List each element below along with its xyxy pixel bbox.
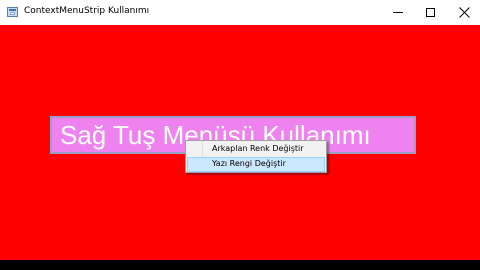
- close-button[interactable]: [447, 0, 480, 25]
- form-icon[interactable]: [7, 7, 18, 17]
- minimize-icon: [393, 12, 403, 13]
- title-bar[interactable]: ContextMenuStrip Kullanımı: [0, 0, 480, 25]
- menu-item-label: Yazı Rengi Değiştir: [212, 159, 286, 168]
- minimize-button[interactable]: [380, 0, 416, 25]
- menu-item-text-color[interactable]: Yazı Rengi Değiştir: [187, 157, 325, 172]
- close-icon: [459, 7, 470, 18]
- menu-item-label: Arkaplan Renk Değiştir: [212, 144, 304, 153]
- context-menu: Arkaplan Renk Değiştir Yazı Rengi Değişt…: [185, 140, 327, 173]
- maximize-icon: [426, 8, 435, 17]
- menu-item-background-color[interactable]: Arkaplan Renk Değiştir: [187, 142, 325, 157]
- app-window: ContextMenuStrip Kullanımı Sağ Tuş Menüs…: [0, 0, 480, 260]
- window-title: ContextMenuStrip Kullanımı: [24, 6, 150, 16]
- maximize-button[interactable]: [413, 0, 449, 25]
